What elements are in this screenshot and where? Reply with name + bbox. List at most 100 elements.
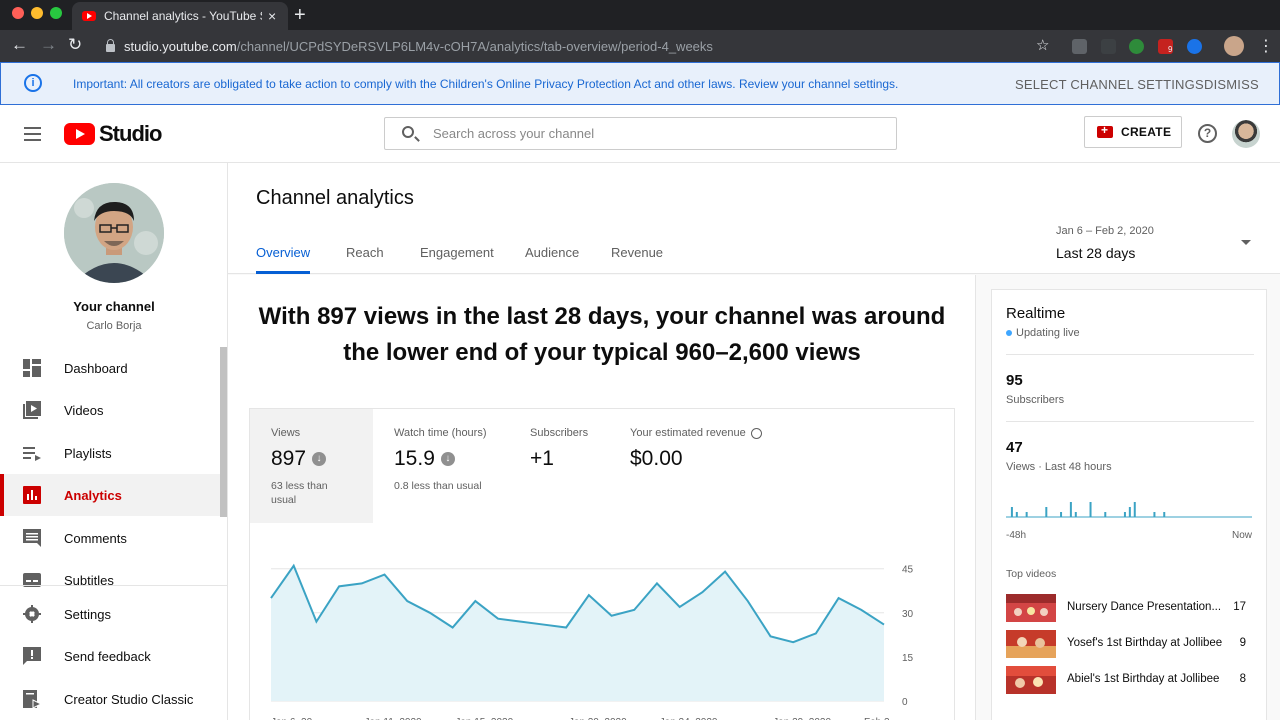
video-view-count: 17 xyxy=(1233,601,1246,613)
tab-audience[interactable]: Audience xyxy=(525,245,579,274)
realtime-bar[interactable] xyxy=(1069,502,1072,517)
menu-icon[interactable] xyxy=(24,127,41,145)
metric-subscribers[interactable]: Subscribers +1 xyxy=(509,409,609,523)
channel-avatar[interactable] xyxy=(64,183,164,283)
channel-name: Carlo Borja xyxy=(86,320,142,332)
address-bar[interactable]: studio.youtube.com/channel/UCPdSYDeRSVLP… xyxy=(98,33,1060,59)
url-path: /channel/UCPdSYDeRSVLP6LM4v-cOH7A/analyt… xyxy=(236,38,713,54)
realtime-bar[interactable] xyxy=(1015,512,1018,517)
bookmark-star-icon[interactable]: ☆ xyxy=(1036,36,1049,54)
tab-engagement[interactable]: Engagement xyxy=(420,245,494,274)
live-label: Updating live xyxy=(1016,327,1080,339)
realtime-bar[interactable] xyxy=(1089,502,1092,517)
extension-layers-icon[interactable] xyxy=(1101,39,1116,54)
sidebar-item-dashboard[interactable]: Dashboard xyxy=(0,347,220,389)
top-video-row[interactable]: Yosef's 1st Birthday at Jollibee 9 xyxy=(1006,630,1256,658)
sidebar-item-label: Videos xyxy=(64,402,104,418)
help-icon[interactable]: ? xyxy=(1198,124,1217,143)
create-button[interactable]: CREATE xyxy=(1084,116,1182,148)
lock-icon xyxy=(106,39,115,52)
browser-menu-icon[interactable]: ⋮ xyxy=(1258,36,1274,56)
comments-icon xyxy=(23,529,41,547)
minimize-window-icon[interactable] xyxy=(31,7,43,19)
sidebar-item-videos[interactable]: Videos xyxy=(0,389,220,431)
reload-icon[interactable]: ↻ xyxy=(68,35,82,55)
account-avatar[interactable] xyxy=(1232,120,1260,148)
dismiss-button[interactable]: DISMISS xyxy=(1204,77,1259,92)
realtime-bar-chart[interactable] xyxy=(1006,483,1256,521)
realtime-bar[interactable] xyxy=(1123,512,1126,517)
extension-m-icon[interactable] xyxy=(1072,39,1087,54)
browser-toolbar: ← → ↻ studio.youtube.com/channel/UCPdSYD… xyxy=(0,30,1280,62)
tab-reach[interactable]: Reach xyxy=(346,245,384,274)
realtime-bar[interactable] xyxy=(1025,512,1028,517)
tab-overview[interactable]: Overview xyxy=(256,245,311,274)
subtitles-icon xyxy=(23,573,41,587)
views-chart[interactable]: 4530150Jan 6, 20Jan 11, 2020Jan 15, 2020… xyxy=(250,537,954,720)
youtube-favicon-icon xyxy=(82,11,96,21)
top-video-row[interactable]: Abiel's 1st Birthday at Jollibee 8 xyxy=(1006,666,1256,694)
realtime-bar[interactable] xyxy=(1104,512,1107,517)
your-channel-label[interactable]: Your channel xyxy=(0,299,227,314)
realtime-axis-start: -48h xyxy=(1006,530,1027,541)
youtube-logo-icon[interactable] xyxy=(64,123,95,145)
metrics-card: Views 897 ↓ 63 less than usual Watch time … xyxy=(249,408,955,720)
metric-label: Your estimated revenue xyxy=(630,427,762,439)
maximize-window-icon[interactable] xyxy=(50,7,62,19)
sidebar-item-creator-studio-classic[interactable]: Creator Studio Classic xyxy=(0,678,220,720)
info-icon: i xyxy=(24,74,42,92)
new-tab-icon[interactable]: + xyxy=(294,4,306,27)
live-dot-icon xyxy=(1006,330,1012,337)
metric-watch-time[interactable]: Watch time (hours) 15.9 ↓ 0.8 less than u… xyxy=(373,409,509,523)
browser-profile-avatar[interactable] xyxy=(1224,36,1244,56)
sidebar-item-comments[interactable]: Comments xyxy=(0,517,220,559)
realtime-bar[interactable] xyxy=(1010,507,1013,517)
select-channel-settings-button[interactable]: SELECT CHANNEL SETTINGS xyxy=(1015,77,1204,92)
down-arrow-icon: ↓ xyxy=(312,452,327,467)
metric-value: 897 ↓ xyxy=(271,447,327,471)
back-icon[interactable]: ← xyxy=(11,35,28,55)
chevron-down-icon[interactable] xyxy=(1241,240,1251,245)
top-video-row[interactable]: Nursery Dance Presentation... 17 xyxy=(1006,594,1256,622)
close-tab-icon[interactable]: × xyxy=(268,8,276,24)
metric-views[interactable]: Views 897 ↓ 63 less than usual xyxy=(250,409,373,523)
close-window-icon[interactable] xyxy=(12,7,24,19)
sidebar-item-settings[interactable]: Settings xyxy=(0,593,220,635)
realtime-live-status: Updating live xyxy=(1006,327,1080,339)
classic-icon xyxy=(23,690,41,708)
top-videos-label: Top videos xyxy=(1006,568,1057,580)
sidebar: Your channel Carlo Borja Dashboard Video… xyxy=(0,163,228,720)
overview-panel: With 897 views in the last 28 days, your… xyxy=(228,275,976,720)
realtime-subscribers-label: Subscribers xyxy=(1006,394,1065,406)
realtime-bar[interactable] xyxy=(1153,512,1156,517)
series-area xyxy=(271,565,884,701)
extension-compass-icon[interactable] xyxy=(1187,39,1202,54)
period-selector[interactable]: Last 28 days xyxy=(1056,245,1135,261)
tab-title: Channel analytics - YouTube Studio xyxy=(104,9,262,23)
sidebar-item-label: Settings xyxy=(64,606,111,622)
main-content: Channel analytics Overview Reach Engagem… xyxy=(228,163,1280,720)
realtime-bar[interactable] xyxy=(1074,512,1077,517)
sidebar-item-playlists[interactable]: Playlists xyxy=(0,432,220,474)
search-input[interactable]: Search across your channel xyxy=(384,117,897,150)
realtime-bar[interactable] xyxy=(1045,507,1048,517)
studio-logo-text[interactable]: Studio xyxy=(99,121,162,147)
realtime-views-value: 47 xyxy=(1006,439,1023,456)
video-thumbnail xyxy=(1006,594,1056,622)
realtime-bar[interactable] xyxy=(1060,512,1063,517)
extension-evernote-icon[interactable] xyxy=(1129,39,1144,54)
realtime-bar[interactable] xyxy=(1133,502,1136,517)
browser-tab[interactable]: Channel analytics - YouTube Studio × xyxy=(72,2,288,30)
sidebar-item-send-feedback[interactable]: Send feedback xyxy=(0,635,220,677)
sidebar-scrollbar[interactable] xyxy=(220,347,227,517)
sidebar-item-analytics[interactable]: Analytics xyxy=(0,474,220,516)
tab-revenue[interactable]: Revenue xyxy=(611,245,663,274)
y-tick-label: 15 xyxy=(902,653,914,664)
headline-line-2: the lower end of your typical 960–2,600 … xyxy=(343,339,861,366)
video-thumbnail xyxy=(1006,630,1056,658)
date-range[interactable]: Jan 6 – Feb 2, 2020 xyxy=(1056,225,1154,237)
realtime-bar[interactable] xyxy=(1163,512,1166,517)
metric-revenue[interactable]: Your estimated revenue $0.00 xyxy=(609,409,789,523)
realtime-bar[interactable] xyxy=(1128,507,1131,517)
forward-icon[interactable]: → xyxy=(40,35,57,55)
